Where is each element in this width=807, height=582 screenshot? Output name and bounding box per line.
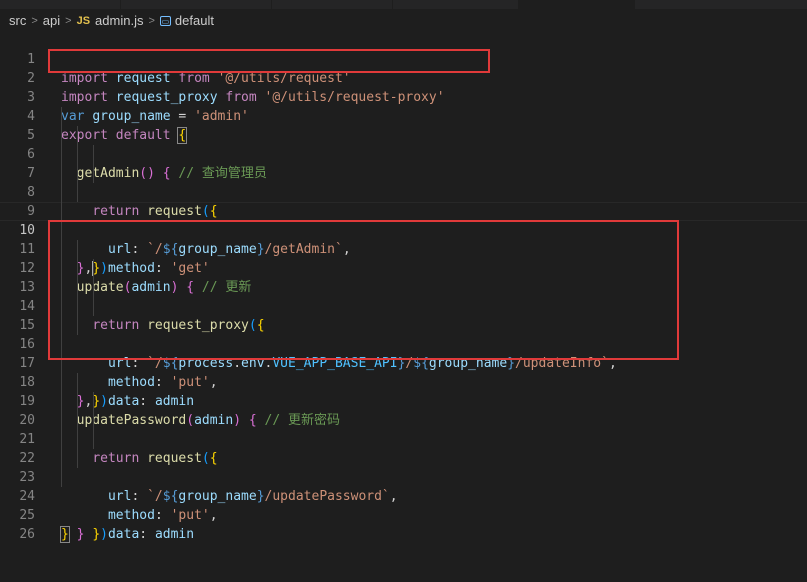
code-line[interactable]: 4 export default { [0, 88, 807, 144]
indent-guide [93, 145, 94, 164]
code-line[interactable]: 7 url: `/${group_name}/getAdmin`, [0, 145, 807, 257]
indent-guide [61, 221, 62, 240]
indent-guide [61, 164, 62, 183]
editor-tab[interactable] [272, 0, 393, 9]
indent-guide [77, 316, 78, 335]
indent-guide [93, 430, 94, 449]
code-editor[interactable]: 1 import request from '@/utils/request' … [0, 31, 807, 543]
editor-tab[interactable] [121, 0, 272, 9]
code-line[interactable]: 3 var group_name = 'admin' [0, 69, 807, 124]
indent-guide [61, 392, 62, 411]
indent-guide [77, 430, 78, 449]
indent-guide [61, 202, 62, 221]
indent-guide [61, 373, 62, 392]
code-line[interactable]: 6 return request({ [0, 126, 807, 219]
breadcrumb-item-file[interactable]: admin.js [95, 13, 143, 28]
code-line[interactable]: 14 method: 'put', [0, 278, 807, 390]
chevron-right-icon: > [31, 14, 38, 27]
symbol-variable-icon: ▭ [159, 15, 171, 26]
chevron-right-icon: > [65, 14, 72, 27]
code-line[interactable]: 26 [0, 506, 807, 542]
code-line[interactable]: 2 import request_proxy from '@/utils/req… [0, 50, 807, 105]
indent-guide [61, 449, 62, 468]
indent-guide [77, 145, 78, 164]
indent-guide [77, 183, 78, 202]
indent-guide [61, 354, 62, 373]
indent-guide [61, 145, 62, 164]
line-number[interactable]: 26 [0, 525, 35, 544]
indent-guide [61, 259, 62, 278]
indent-guide [61, 297, 62, 316]
indent-guide [61, 240, 62, 259]
code-line[interactable]: 22 data: admin [0, 430, 807, 542]
editor-tab[interactable] [0, 0, 121, 9]
breadcrumb-item-symbol[interactable]: default [175, 13, 214, 28]
indent-guide [61, 126, 62, 145]
indent-guide [61, 183, 62, 202]
code-line[interactable]: 10 }, [0, 202, 807, 276]
indent-guide [77, 297, 78, 316]
indent-guide [77, 164, 78, 183]
indent-guide [77, 240, 78, 259]
indent-guide [61, 316, 62, 335]
indent-guide [61, 411, 62, 430]
breadcrumb: src > api > JS admin.js > ▭ default [0, 9, 807, 32]
indent-guide [61, 468, 62, 487]
code-line[interactable]: 5 getAdmin() { // 查询管理员 [0, 107, 807, 181]
editor-tab[interactable] [393, 0, 519, 9]
code-line[interactable]: 9 }) [0, 183, 807, 276]
indent-guide [77, 411, 78, 430]
indent-guide [61, 430, 62, 449]
indent-guide [77, 259, 78, 278]
code-line[interactable]: 19 return request({ [0, 373, 807, 466]
code-line[interactable]: 8 method: 'get' [0, 164, 807, 276]
indent-guide [93, 259, 94, 278]
indent-guide [77, 449, 78, 468]
indent-guide [77, 373, 78, 392]
indent-guide [93, 392, 94, 411]
code-line[interactable]: 18 updatePassword(admin) { // 更新密码 [0, 354, 807, 428]
code-line[interactable]: 20 url: `/${group_name}/updatePassword`, [0, 392, 807, 504]
indent-guide [93, 278, 94, 297]
code-line[interactable]: 21 method: 'put', [0, 411, 807, 523]
code-line[interactable]: 17 }, [0, 335, 807, 409]
indent-guide [61, 107, 62, 126]
indent-guide [77, 392, 78, 411]
breadcrumb-item-api[interactable]: api [43, 13, 60, 28]
code-text[interactable]: } [60, 525, 70, 544]
code-line[interactable]: 11 update(admin) { // 更新 [0, 221, 807, 295]
indent-guide [61, 278, 62, 297]
javascript-file-icon: JS [76, 14, 91, 27]
indent-guide [77, 278, 78, 297]
indent-guide [93, 164, 94, 183]
chevron-right-icon: > [148, 14, 155, 27]
editor-tab-active[interactable] [519, 0, 635, 9]
editor-tab[interactable] [635, 0, 807, 9]
code-line[interactable]: 16 }) [0, 316, 807, 409]
editor-tab-strip [0, 0, 807, 9]
code-line[interactable]: 1 import request from '@/utils/request' [0, 31, 807, 86]
indent-guide [61, 335, 62, 354]
code-line[interactable]: 25 } [0, 487, 807, 543]
indent-guide [93, 297, 94, 316]
indent-guide [77, 126, 78, 145]
code-line[interactable]: 13 url: `/${process.env.VUE_APP_BASE_API… [0, 259, 807, 371]
breadcrumb-item-src[interactable]: src [9, 13, 26, 28]
indent-guide [93, 411, 94, 430]
code-line[interactable]: 23 }) [0, 449, 807, 542]
code-line[interactable]: 24 } [0, 468, 807, 542]
code-line[interactable]: 12 return request_proxy({ [0, 240, 807, 333]
code-line[interactable]: 15 data: admin [0, 297, 807, 409]
